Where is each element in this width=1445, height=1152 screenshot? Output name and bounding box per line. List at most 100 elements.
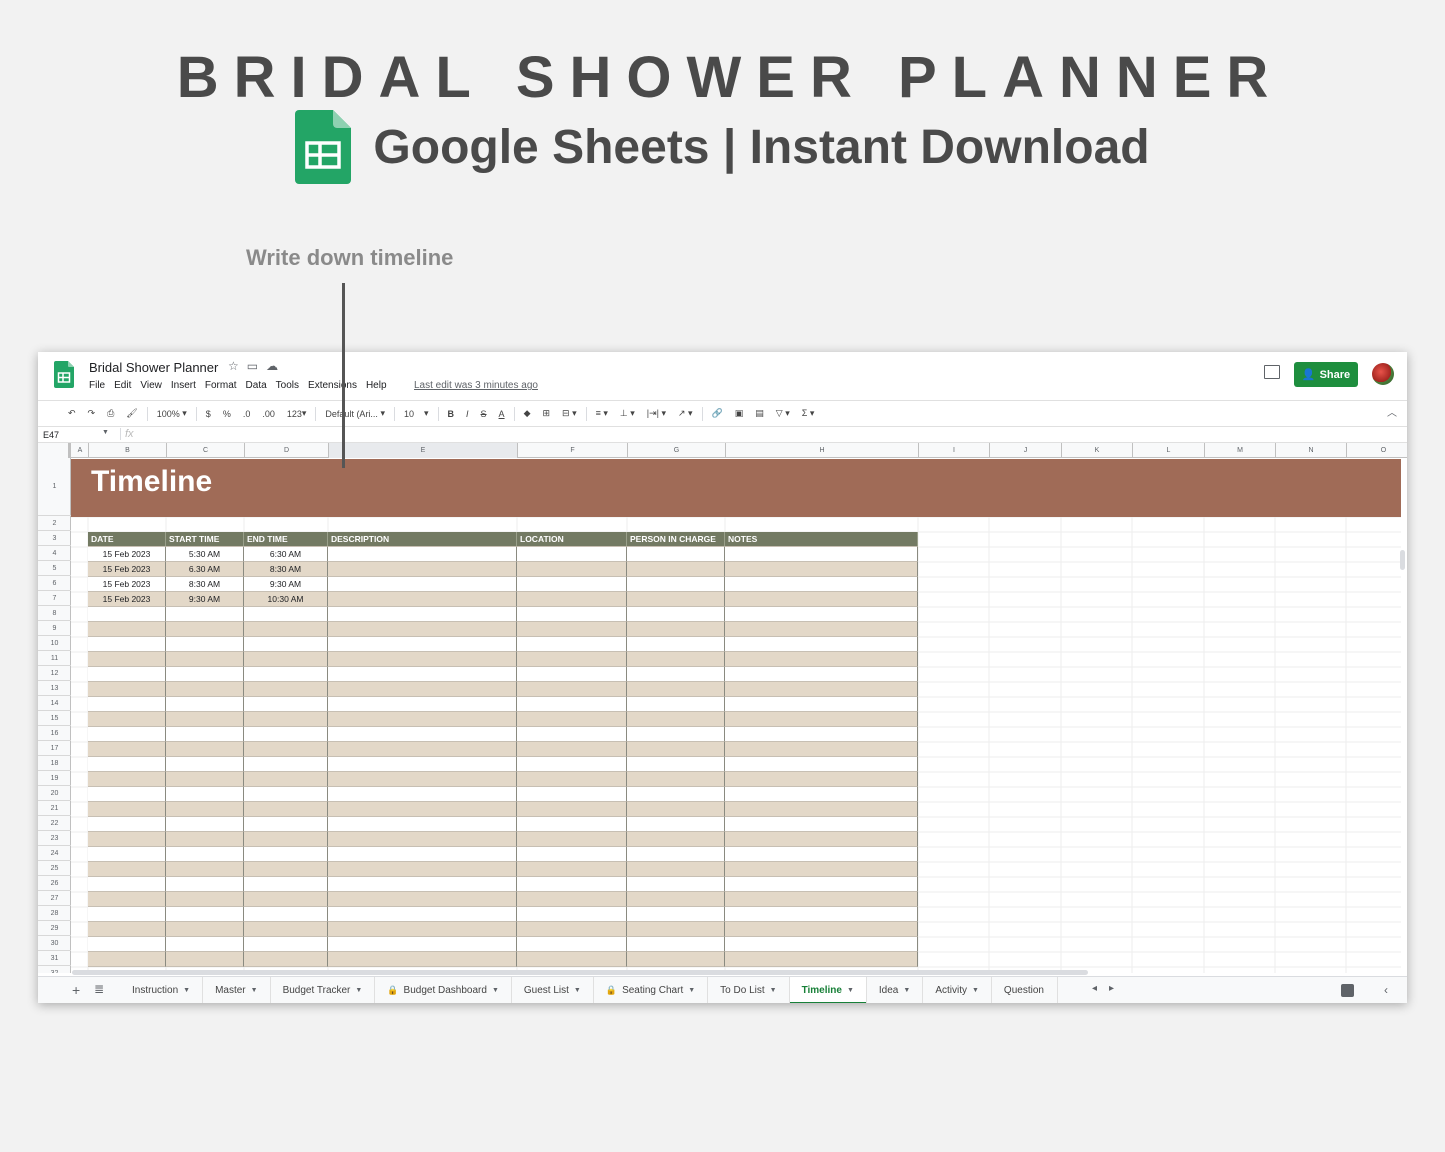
scroll-tabs-right-icon[interactable]: ▸ [1109,983,1114,994]
cell-person-in-charge[interactable] [627,697,725,712]
insert-comment-icon[interactable]: ▣ [729,401,750,426]
cell-end-time[interactable]: 10:30 AM [244,592,328,607]
cell-person-in-charge[interactable] [627,862,725,877]
cell-date[interactable] [88,667,166,682]
cell-description[interactable] [328,652,517,667]
cell-description[interactable] [328,907,517,922]
column-header-a[interactable]: A [72,443,89,458]
cell-start-time[interactable] [166,622,244,637]
cell-location[interactable] [517,862,627,877]
cell-person-in-charge[interactable] [627,952,725,967]
all-sheets-icon[interactable]: ≣ [94,982,104,996]
cell-person-in-charge[interactable] [627,562,725,577]
chevron-down-icon[interactable]: ▼ [688,987,695,994]
cell-notes[interactable] [725,607,918,622]
cell-date[interactable]: 15 Feb 2023 [88,592,166,607]
chevron-down-icon[interactable]: ▼ [102,429,109,436]
cell-notes[interactable] [725,547,918,562]
cell-notes[interactable] [725,637,918,652]
row-header-31[interactable]: 31 [38,951,71,966]
cell-end-time[interactable] [244,847,328,862]
cell-notes[interactable] [725,712,918,727]
cell-person-in-charge[interactable] [627,937,725,952]
row-header-17[interactable]: 17 [38,741,71,756]
doc-title[interactable]: Bridal Shower Planner [89,360,218,375]
cell-person-in-charge[interactable] [627,922,725,937]
cell-date[interactable] [88,907,166,922]
cell-date[interactable] [88,757,166,772]
menu-tools[interactable]: Tools [276,380,299,391]
row-header-18[interactable]: 18 [38,756,71,771]
paint-format-icon[interactable]: 🖌 [120,401,143,426]
cell-start-time[interactable]: 6.30 AM [166,562,244,577]
row-header-14[interactable]: 14 [38,696,71,711]
cell-notes[interactable] [725,817,918,832]
cell-date[interactable] [88,622,166,637]
row-header-4[interactable]: 4 [38,546,71,561]
cell-start-time[interactable] [166,757,244,772]
cell-location[interactable] [517,577,627,592]
column-header-k[interactable]: K [1062,443,1133,458]
cell-person-in-charge[interactable] [627,622,725,637]
cell-description[interactable] [328,562,517,577]
cell-start-time[interactable]: 8:30 AM [166,577,244,592]
menu-data[interactable]: Data [246,380,267,391]
cell-person-in-charge[interactable] [627,817,725,832]
cell-location[interactable] [517,907,627,922]
cell-description[interactable] [328,877,517,892]
cell-person-in-charge[interactable] [627,832,725,847]
cell-location[interactable] [517,727,627,742]
cell-notes[interactable] [725,697,918,712]
cell-description[interactable] [328,817,517,832]
cell-location[interactable] [517,832,627,847]
row-header-29[interactable]: 29 [38,921,71,936]
cell-location[interactable] [517,817,627,832]
chevron-down-icon[interactable]: ▼ [355,987,362,994]
undo-icon[interactable]: ↶ [62,401,82,426]
cell-notes[interactable] [725,577,918,592]
cell-date[interactable] [88,937,166,952]
sheets-app-icon[interactable] [54,361,74,388]
spreadsheet-grid[interactable]: ABCDEFGHIJKLMNO 1 2 3 4 5 6 7 8 9 10 11 12 13 14 15 16 1… [38,443,1407,973]
row-header-7[interactable]: 7 [38,591,71,606]
bold-icon[interactable]: B [442,401,461,426]
menu-format[interactable]: Format [205,380,237,391]
select-all-corner[interactable] [38,443,71,458]
cell-description[interactable] [328,862,517,877]
cell-start-time[interactable]: 9:30 AM [166,592,244,607]
increase-decimal-button[interactable]: .00 [256,401,281,426]
cell-location[interactable] [517,697,627,712]
cell-location[interactable] [517,667,627,682]
cell-description[interactable] [328,547,517,562]
cell-person-in-charge[interactable] [627,787,725,802]
cell-description[interactable] [328,892,517,907]
cell-description[interactable] [328,742,517,757]
cell-notes[interactable] [725,772,918,787]
cell-end-time[interactable] [244,772,328,787]
cell-person-in-charge[interactable] [627,652,725,667]
column-header-d[interactable]: D [245,443,329,458]
cell-person-in-charge[interactable] [627,877,725,892]
cell-person-in-charge[interactable] [627,727,725,742]
cell-notes[interactable] [725,802,918,817]
percent-format-button[interactable]: % [217,401,237,426]
menu-edit[interactable]: Edit [114,380,131,391]
column-header-e[interactable]: E [329,443,518,458]
row-header-32[interactable]: 32 [38,966,71,973]
header-cell-end-time[interactable]: END TIME [244,532,328,547]
cell-description[interactable] [328,847,517,862]
cell-notes[interactable] [725,862,918,877]
chevron-down-icon[interactable]: ▼ [251,987,258,994]
column-header-i[interactable]: I [919,443,990,458]
cell-description[interactable] [328,937,517,952]
cell-person-in-charge[interactable] [627,667,725,682]
cell-end-time[interactable] [244,637,328,652]
add-sheet-icon[interactable]: + [72,982,80,998]
more-formats-button[interactable]: 123 ▾ [281,401,313,426]
horizontal-scrollbar[interactable] [72,970,1088,975]
row-header-8[interactable]: 8 [38,606,71,621]
cloud-status-icon[interactable]: ☁ [266,359,278,373]
cell-description[interactable] [328,607,517,622]
cell-end-time[interactable] [244,727,328,742]
borders-icon[interactable]: ⊞ [536,401,556,426]
